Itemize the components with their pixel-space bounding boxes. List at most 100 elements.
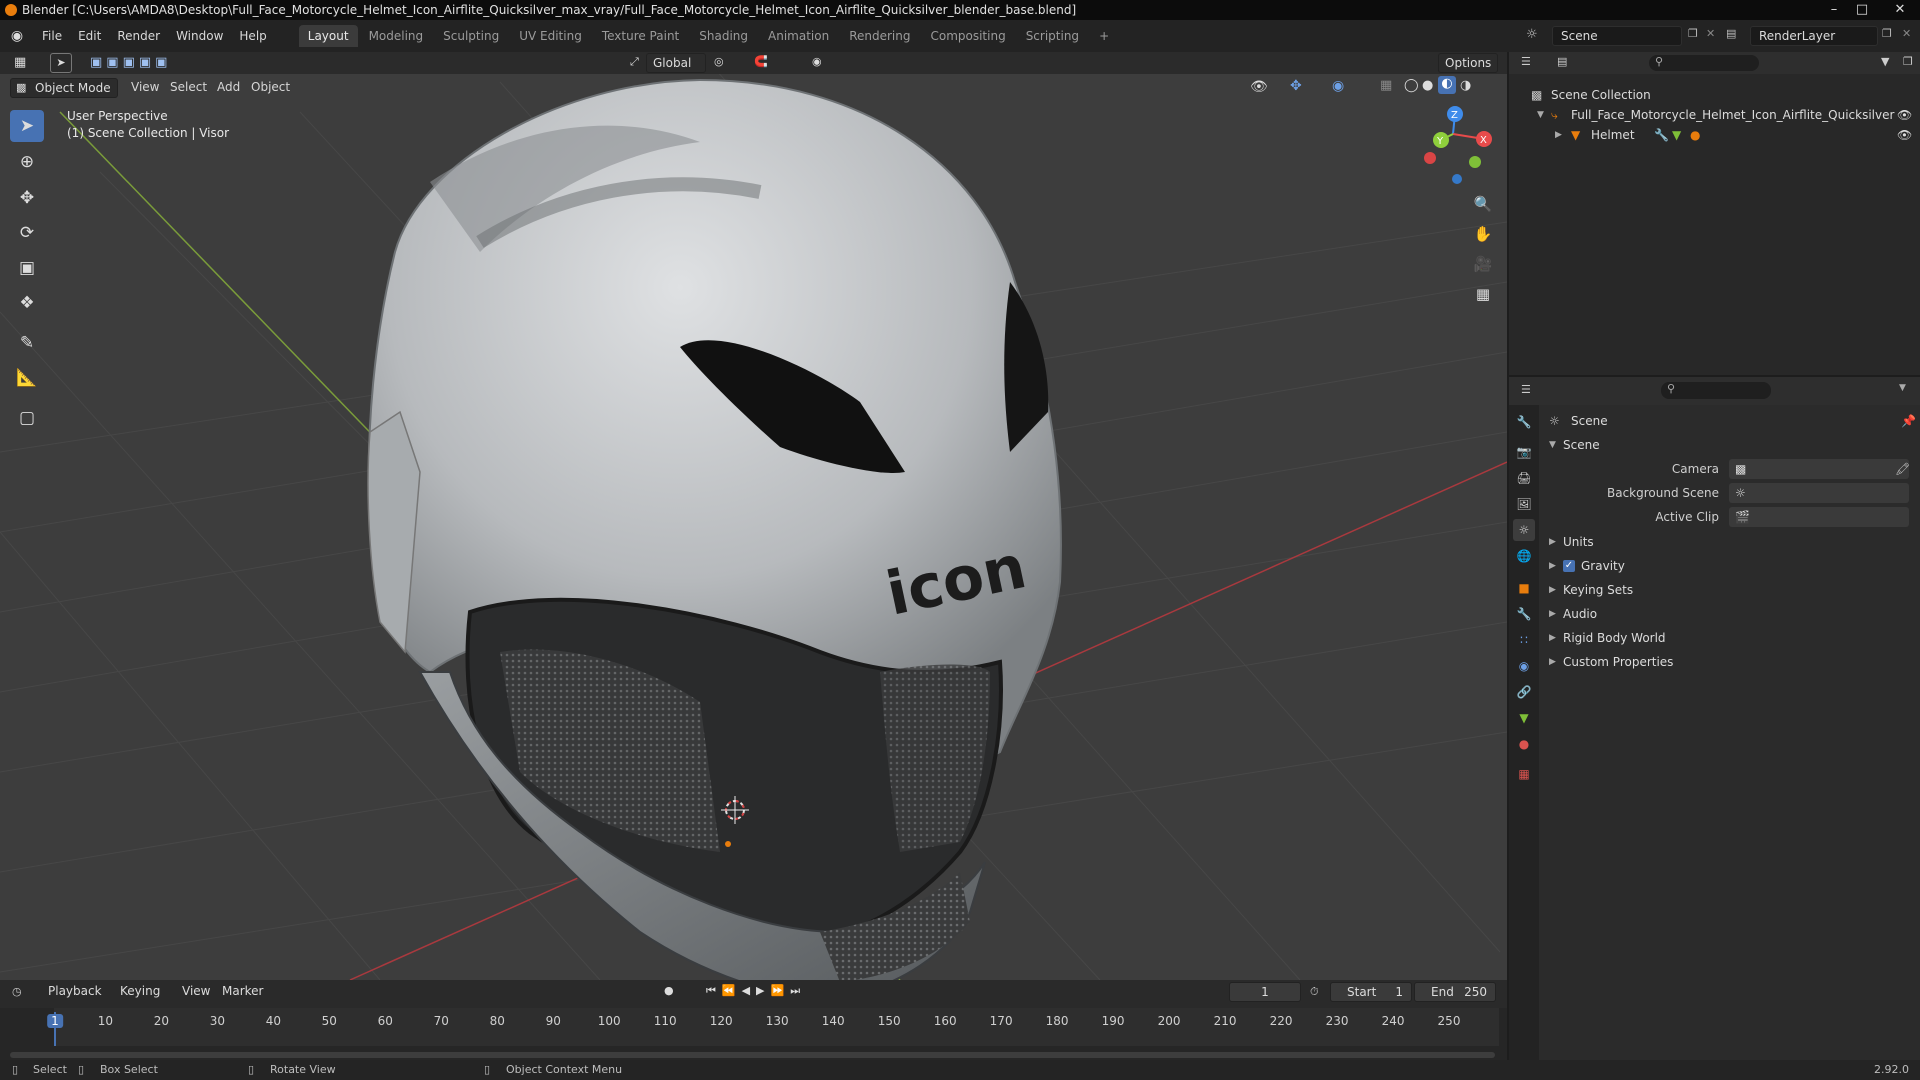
world-tab-icon[interactable]: 🌐 xyxy=(1513,545,1535,567)
gizmo-toggle-icon[interactable]: ✥ xyxy=(1290,78,1302,94)
scene-selector[interactable]: Scene xyxy=(1552,26,1682,46)
maximize-button[interactable]: □ xyxy=(1848,0,1876,20)
outliner-row-scene-collection[interactable]: ▩ Scene Collection xyxy=(1509,85,1920,105)
subpanel-collapsed-icon[interactable]: ▶ xyxy=(1549,554,1556,578)
add-workspace-button[interactable]: + xyxy=(1090,25,1118,47)
tab-rendering[interactable]: Rendering xyxy=(840,25,919,47)
view-layer-tab-icon[interactable]: 🖼 xyxy=(1513,493,1535,515)
camera-field[interactable] xyxy=(1729,459,1909,479)
select-tool-icon[interactable]: ➤ xyxy=(50,53,72,73)
transform-tool-icon[interactable]: ❖ xyxy=(10,287,44,319)
outliner-row-helmet-collection[interactable]: ▼ ⤷ Full_Face_Motorcycle_Helmet_Icon_Air… xyxy=(1509,105,1920,125)
rotate-tool-icon[interactable]: ⟳ xyxy=(10,217,44,249)
subpanel-collapsed-icon[interactable]: ▶ xyxy=(1549,602,1556,626)
tab-compositing[interactable]: Compositing xyxy=(921,25,1014,47)
eyedropper-icon[interactable]: 🖍 xyxy=(1895,457,1910,481)
eye-icon[interactable]: 👁 xyxy=(1897,125,1912,145)
subpanel-collapsed-icon[interactable]: ▶ xyxy=(1549,578,1556,602)
menu-edit[interactable]: Edit xyxy=(70,29,109,43)
view-layer-icon[interactable]: ▤ xyxy=(1726,27,1736,40)
units-subpanel[interactable]: ▶ Units xyxy=(1539,530,1920,554)
texture-tab-icon[interactable]: ▦ xyxy=(1513,763,1535,785)
menu-select[interactable]: Select xyxy=(170,80,207,94)
menu-render[interactable]: Render xyxy=(109,29,168,43)
selection-mode-icons[interactable]: ▣▣▣▣▣ xyxy=(90,55,171,70)
properties-editor-icon[interactable]: ☰ xyxy=(1521,383,1531,396)
navigation-gizmo[interactable]: Z X Y xyxy=(1424,106,1492,184)
pivot-point-icon[interactable]: ◎ xyxy=(714,55,724,68)
ortho-grid-icon[interactable]: ▦ xyxy=(1469,280,1497,308)
tab-texture-paint[interactable]: Texture Paint xyxy=(593,25,688,47)
close-window-button[interactable]: ✕ xyxy=(1880,0,1920,20)
tab-layout[interactable]: Layout xyxy=(298,25,358,47)
tab-uv-editing[interactable]: UV Editing xyxy=(510,25,591,47)
background-scene-field[interactable] xyxy=(1729,483,1909,503)
cursor-tool-icon[interactable]: ⊕ xyxy=(10,146,44,178)
zoom-icon[interactable]: 🔍 xyxy=(1469,190,1497,218)
display-mode-icon[interactable]: ▤ xyxy=(1557,55,1567,68)
properties-search-input[interactable] xyxy=(1661,382,1771,399)
modifier-tab-icon[interactable]: 🔧 xyxy=(1513,603,1535,625)
properties-options-icon[interactable]: ▼ xyxy=(1899,383,1906,393)
tab-sculpting[interactable]: Sculpting xyxy=(434,25,508,47)
editor-type-icon[interactable]: ▦ xyxy=(14,55,26,70)
select-box-tool-icon[interactable]: ➤ xyxy=(10,110,44,142)
subpanel-collapsed-icon[interactable]: ▶ xyxy=(1549,530,1556,554)
overlay-toggle-icon[interactable]: ◉ xyxy=(1332,78,1344,94)
minimize-button[interactable]: – xyxy=(1820,0,1848,20)
new-collection-icon[interactable]: ❐ xyxy=(1903,55,1913,68)
snap-icon[interactable]: 🧲 xyxy=(754,55,768,68)
active-clip-field[interactable] xyxy=(1729,507,1909,527)
render-layer-selector[interactable]: RenderLayer xyxy=(1750,26,1878,46)
menu-object[interactable]: Object xyxy=(251,80,290,94)
material-shading-icon[interactable]: ◐ xyxy=(1438,76,1456,94)
menu-file[interactable]: File xyxy=(34,29,70,43)
pin-icon[interactable]: 📌 xyxy=(1901,409,1916,433)
tab-animation[interactable]: Animation xyxy=(759,25,838,47)
viewport-scene[interactable]: icon Z X Y xyxy=(0,52,1507,980)
measure-tool-icon[interactable]: 📐 xyxy=(10,362,44,394)
camera-view-icon[interactable]: 🎥 xyxy=(1469,250,1497,278)
tool-tab-icon[interactable]: 🔧 xyxy=(1513,411,1535,433)
gravity-checkbox[interactable]: ✓ xyxy=(1563,560,1575,572)
object-tab-icon[interactable]: ■ xyxy=(1513,577,1535,599)
3d-viewport[interactable]: icon Z X Y ▦ ➤ ▣▣▣▣▣ ⤢ Global ◎ 🧲 ◉ Opti… xyxy=(0,52,1507,980)
scene-icon[interactable]: ☼ xyxy=(1526,27,1538,42)
visibility-icon[interactable]: 👁 xyxy=(1250,79,1268,95)
wireframe-shading-icon[interactable]: ◯ xyxy=(1404,78,1419,93)
particles-tab-icon[interactable]: ∷ xyxy=(1513,629,1535,651)
collapse-chevron-icon[interactable]: ▶ xyxy=(1555,125,1562,145)
solid-shading-icon[interactable]: ● xyxy=(1422,78,1433,93)
physics-tab-icon[interactable]: ◉ xyxy=(1513,655,1535,677)
menu-window[interactable]: Window xyxy=(168,29,231,43)
keying-sets-subpanel[interactable]: ▶ Keying Sets xyxy=(1539,578,1920,602)
new-scene-icon[interactable]: ❐ xyxy=(1688,27,1698,40)
menu-add[interactable]: Add xyxy=(217,80,240,94)
eye-icon[interactable]: 👁 xyxy=(1897,105,1912,125)
tab-scripting[interactable]: Scripting xyxy=(1017,25,1088,47)
constraints-tab-icon[interactable]: 🔗 xyxy=(1513,681,1535,703)
output-tab-icon[interactable]: 🖨 xyxy=(1513,467,1535,489)
outliner-row-helmet[interactable]: ▶ ▼ Helmet 🔧 ▼ ● 👁 xyxy=(1509,125,1920,145)
menu-help[interactable]: Help xyxy=(231,29,274,43)
subpanel-collapsed-icon[interactable]: ▶ xyxy=(1549,626,1556,650)
xray-toggle-icon[interactable]: ▦ xyxy=(1380,78,1392,93)
tab-modeling[interactable]: Modeling xyxy=(360,25,433,47)
new-view-layer-icon[interactable]: ❐ xyxy=(1882,27,1892,40)
outliner-search-input[interactable] xyxy=(1649,55,1759,71)
subpanel-collapsed-icon[interactable]: ▶ xyxy=(1549,650,1556,674)
filter-icon[interactable]: ▼ xyxy=(1881,55,1889,68)
data-tab-icon[interactable]: ▼ xyxy=(1513,707,1535,729)
delete-scene-icon[interactable]: ✕ xyxy=(1706,27,1715,40)
scene-tab-icon[interactable]: ☼ xyxy=(1513,519,1535,541)
menu-view[interactable]: View xyxy=(131,80,159,94)
scene-panel-header[interactable]: ▼ Scene xyxy=(1539,433,1920,457)
expand-chevron-icon[interactable]: ▼ xyxy=(1537,105,1544,125)
blender-menu-icon[interactable]: ◉ xyxy=(0,28,34,44)
panel-expand-icon[interactable]: ▼ xyxy=(1549,433,1556,457)
mesh-data-icon[interactable]: ▼ xyxy=(1672,125,1681,145)
modifier-wrench-icon[interactable]: 🔧 xyxy=(1654,125,1669,145)
delete-view-layer-icon[interactable]: ✕ xyxy=(1902,27,1911,40)
options-dropdown[interactable]: Options xyxy=(1438,53,1498,73)
custom-properties-subpanel[interactable]: ▶ Custom Properties xyxy=(1539,650,1920,674)
